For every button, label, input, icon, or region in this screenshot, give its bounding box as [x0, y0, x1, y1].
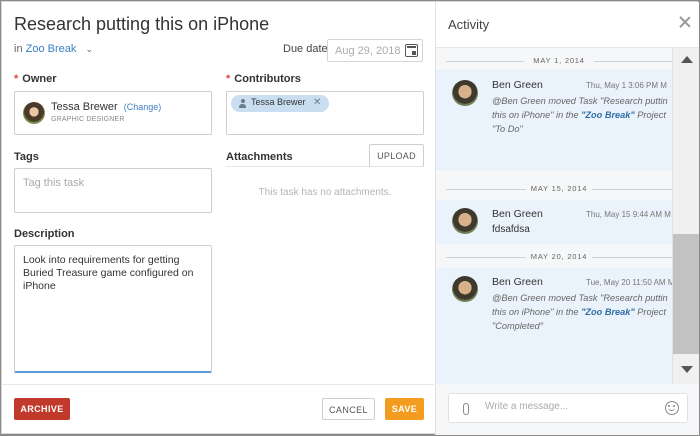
upload-button[interactable]: UPLOAD — [369, 144, 424, 167]
entry-author: Ben Green — [492, 276, 543, 288]
save-button[interactable]: SAVE — [385, 398, 424, 420]
date-separator: MAY 20, 2014 — [446, 252, 672, 262]
task-modal: Research putting this on iPhone in Zoo B… — [1, 1, 699, 435]
entry-author: Ben Green — [492, 208, 543, 220]
tags-input[interactable]: Tag this task — [14, 168, 212, 213]
activity-entry: Ben Green Thu, May 15 9:44 AM M fdsafdsa — [436, 200, 672, 244]
contributors-field[interactable]: Tessa Brewer ✕ — [226, 91, 424, 135]
date-separator-text: MAY 1, 2014 — [533, 56, 585, 65]
activity-title: Activity — [448, 17, 490, 32]
entry-author: Ben Green — [492, 79, 543, 91]
date-separator-text: MAY 20, 2014 — [530, 252, 588, 261]
project-selector[interactable]: in Zoo Break ⌄ — [14, 43, 93, 55]
owner-field[interactable]: Tessa Brewer (Change) GRAPHIC DESIGNER — [14, 91, 212, 135]
task-title[interactable]: Research putting this on iPhone — [14, 14, 269, 35]
avatar — [452, 208, 478, 234]
due-date-value: Aug 29, 2018 — [335, 45, 401, 57]
message-input[interactable] — [485, 401, 655, 412]
scroll-up-icon[interactable] — [681, 56, 693, 63]
entry-comment: fdsafdsa — [492, 224, 530, 235]
due-date-input[interactable]: Aug 29, 2018 — [327, 39, 423, 62]
project-link[interactable]: "Zoo Break" — [581, 307, 635, 317]
entry-time: Thu, May 1 3:06 PM M — [586, 81, 667, 90]
activity-scrollbar[interactable] — [672, 48, 699, 384]
activity-header: Activity — [436, 2, 699, 48]
description-label: Description — [14, 228, 75, 240]
project-link[interactable]: Zoo Break — [26, 43, 77, 55]
avatar — [452, 276, 478, 302]
owner-name: Tessa Brewer — [51, 101, 118, 113]
owner-label: * Owner — [14, 73, 57, 85]
footer-divider — [2, 384, 434, 385]
contributors-label: * Contributors — [226, 73, 301, 85]
entry-time: Thu, May 15 9:44 AM M — [586, 210, 671, 219]
contributor-name: Tessa Brewer — [251, 97, 306, 107]
activity-feed[interactable]: MAY 1, 2014 Ben Green Thu, May 1 3:06 PM… — [436, 48, 672, 384]
due-date-label: Due date — [283, 43, 328, 55]
scroll-thumb[interactable] — [673, 234, 699, 354]
tags-label: Tags — [14, 151, 39, 163]
remove-contributor-icon[interactable]: ✕ — [313, 97, 321, 108]
paperclip-icon[interactable] — [463, 403, 469, 415]
calendar-icon[interactable] — [405, 44, 418, 57]
task-details-panel: Research putting this on iPhone in Zoo B… — [2, 2, 434, 435]
entry-text: @Ben Green moved Task "Research puttin t… — [492, 293, 668, 331]
cancel-button[interactable]: CANCEL — [322, 398, 375, 420]
scroll-down-icon[interactable] — [681, 366, 693, 373]
date-separator: MAY 1, 2014 — [446, 56, 672, 66]
entry-time: Tue, May 20 11:50 AM M — [586, 278, 672, 287]
attachments-label: Attachments — [226, 151, 293, 163]
date-separator-text: MAY 15, 2014 — [530, 184, 588, 193]
person-icon — [239, 99, 246, 108]
activity-panel: Activity MAY 1, 2014 Ben Green Thu, May … — [435, 2, 699, 435]
in-prefix: in — [14, 43, 23, 55]
avatar — [452, 80, 478, 106]
change-owner-link[interactable]: (Change) — [124, 102, 162, 112]
project-link[interactable]: "Zoo Break" — [581, 110, 635, 120]
owner-role: GRAPHIC DESIGNER — [51, 116, 125, 123]
activity-entry: Ben Green Thu, May 1 3:06 PM M @Ben Gree… — [436, 70, 672, 170]
archive-button[interactable]: ARCHIVE — [14, 398, 70, 420]
avatar — [23, 102, 45, 124]
emoji-icon[interactable] — [665, 401, 679, 415]
contributor-chip[interactable]: Tessa Brewer ✕ — [231, 95, 330, 112]
entry-text: @Ben Green moved Task "Research puttin t… — [492, 96, 668, 134]
attachments-divider — [226, 166, 424, 167]
chevron-down-icon[interactable]: ⌄ — [85, 44, 93, 55]
activity-entry: Ben Green Tue, May 20 11:50 AM M @Ben Gr… — [436, 268, 672, 384]
close-icon[interactable] — [679, 16, 691, 28]
date-separator: MAY 15, 2014 — [446, 184, 672, 194]
message-composer — [448, 393, 688, 423]
description-textarea[interactable]: Look into requirements for getting Burie… — [14, 245, 212, 373]
no-attachments-text: This task has no attachments. — [258, 187, 392, 198]
